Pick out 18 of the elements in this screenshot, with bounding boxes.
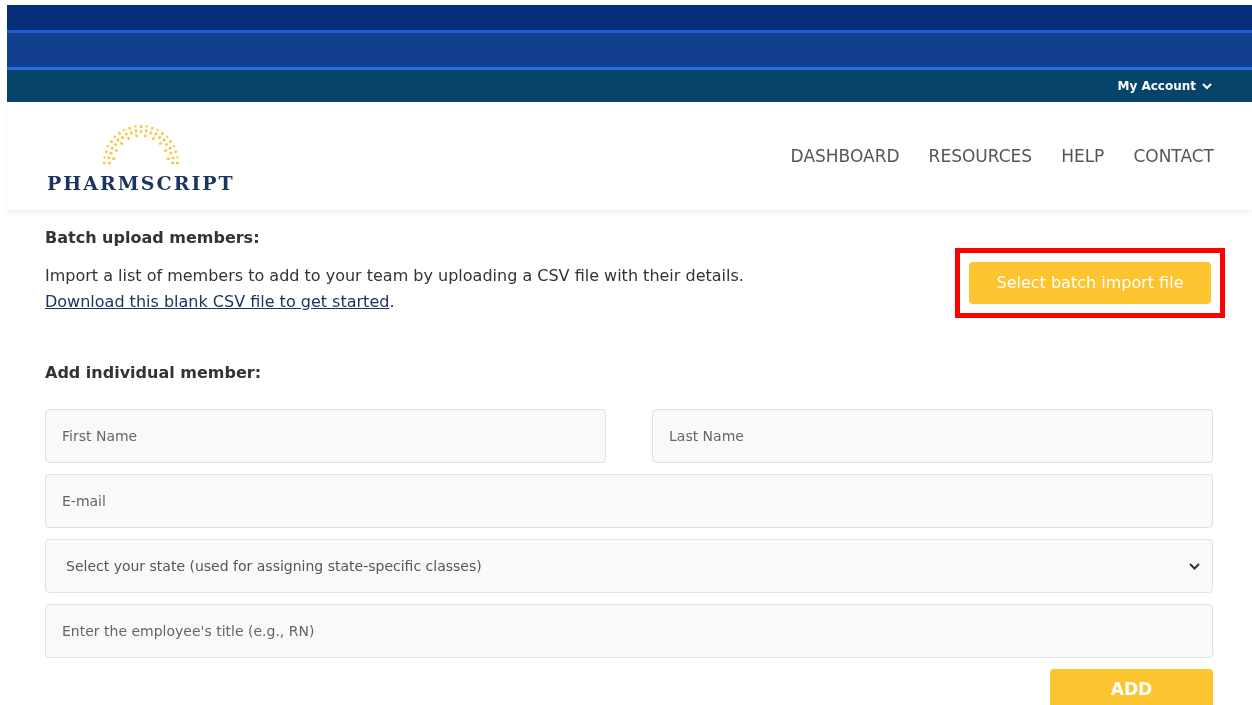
section-heading: Batch upload members:: [45, 227, 261, 249]
nav-link[interactable]: CONTACT: [1133, 144, 1214, 170]
download-link[interactable]: Download this blank CSV file to get started: [45, 289, 390, 315]
chevron-down-icon: [1202, 82, 1212, 90]
state-dropdown[interactable]: Select your state (used for assigning state-specific classes): [45, 539, 1213, 593]
input-field[interactable]: Last Name: [652, 409, 1213, 463]
logo-text: PHARMSCRIPT: [47, 170, 235, 196]
section-heading: Add individual member:: [45, 362, 263, 384]
nav-link[interactable]: HELP: [1061, 144, 1105, 170]
description-text: Import a list of members to add to your team by uploading a CSV file with their details.: [45, 265, 744, 287]
nav-link[interactable]: RESOURCES: [928, 144, 1033, 170]
chevron-down-icon: [1189, 562, 1200, 570]
input-field[interactable]: Enter the employee's title (e.g., RN): [45, 604, 1213, 658]
input-field[interactable]: First Name: [45, 409, 606, 463]
account-menu-button[interactable]: My Account: [1117, 77, 1212, 95]
punctuation-text: .: [389, 291, 395, 313]
input-field[interactable]: E-mail: [45, 474, 1213, 528]
nav-link[interactable]: DASHBOARD: [790, 144, 900, 170]
